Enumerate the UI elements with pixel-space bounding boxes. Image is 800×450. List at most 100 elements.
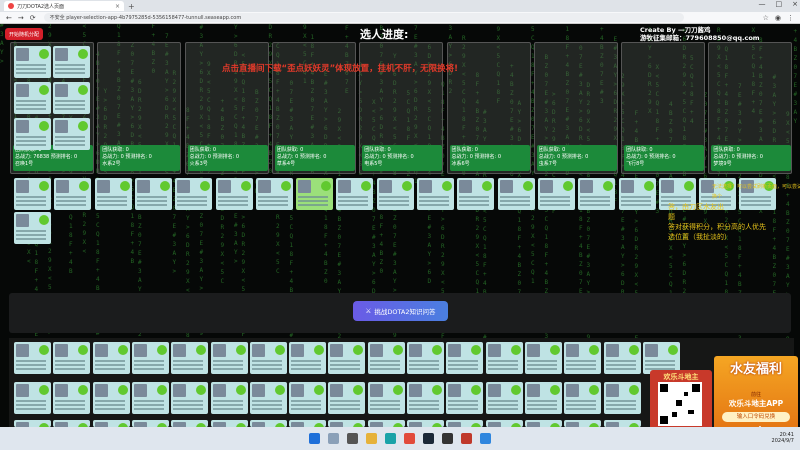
- player-card[interactable]: [210, 420, 248, 427]
- maximize-button[interactable]: □: [776, 0, 783, 8]
- player-card[interactable]: [603, 382, 641, 414]
- system-clock[interactable]: 20:41 2024/9/7: [772, 432, 794, 444]
- player-card[interactable]: [14, 420, 51, 427]
- player-card[interactable]: [485, 420, 523, 427]
- promo-code-button[interactable]: 输入口令码兑换: [722, 412, 790, 422]
- player-card[interactable]: [564, 382, 602, 414]
- player-card[interactable]: [289, 420, 327, 427]
- team-column[interactable]: 团队获取: 0 总战力: 0 预测排名: 0 水系2号: [97, 42, 182, 174]
- player-card[interactable]: [210, 342, 248, 374]
- player-card[interactable]: [249, 342, 287, 374]
- explorer-icon[interactable]: [366, 433, 377, 444]
- chrome-icon[interactable]: [404, 433, 415, 444]
- team-column[interactable]: 团队获取: 0 总战力: 0 预测排名: 0 飞行8号: [621, 42, 706, 174]
- player-card[interactable]: [249, 382, 287, 414]
- obs-icon[interactable]: [442, 433, 453, 444]
- back-button[interactable]: ←: [6, 14, 12, 22]
- team-column[interactable]: 团队获取: 0 总战力: 0 预测排名: 0 梦境9号: [708, 42, 793, 174]
- tab-close-icon[interactable]: ×: [115, 3, 120, 10]
- star-icon[interactable]: ☆: [763, 14, 769, 22]
- player-card[interactable]: [296, 178, 334, 210]
- player-card[interactable]: [131, 342, 169, 374]
- minimize-button[interactable]: —: [759, 0, 766, 8]
- player-card[interactable]: [94, 178, 132, 210]
- player-card[interactable]: [618, 178, 656, 210]
- player-card[interactable]: [289, 382, 327, 414]
- player-card[interactable]: [210, 382, 248, 414]
- player-card[interactable]: [578, 178, 616, 210]
- player-card[interactable]: [524, 420, 562, 427]
- player-card[interactable]: [249, 420, 287, 427]
- player-card[interactable]: [367, 382, 405, 414]
- player-card[interactable]: [92, 382, 130, 414]
- forward-button[interactable]: →: [18, 14, 24, 22]
- player-card[interactable]: [53, 46, 90, 78]
- edge-icon[interactable]: [385, 433, 396, 444]
- player-card[interactable]: [175, 178, 213, 210]
- player-card[interactable]: [328, 342, 366, 374]
- player-card[interactable]: [446, 342, 484, 374]
- player-card[interactable]: [54, 178, 92, 210]
- player-card[interactable]: [131, 382, 169, 414]
- player-card[interactable]: [92, 342, 130, 374]
- player-card[interactable]: [485, 342, 523, 374]
- player-card[interactable]: [14, 82, 51, 114]
- player-card[interactable]: [171, 420, 209, 427]
- player-card[interactable]: [367, 420, 405, 427]
- player-card[interactable]: [171, 382, 209, 414]
- player-card[interactable]: [14, 46, 51, 78]
- player-card[interactable]: [497, 178, 535, 210]
- player-card[interactable]: [53, 342, 91, 374]
- team-column[interactable]: 团队获取: 0 总战力: 0 预测排名: 0 虫系7号: [533, 42, 618, 174]
- profile-icon[interactable]: ◉: [775, 14, 781, 22]
- player-card[interactable]: [289, 342, 327, 374]
- player-card[interactable]: [407, 420, 444, 427]
- player-card[interactable]: [446, 420, 484, 427]
- random-assign-button[interactable]: 开始随机分配: [5, 28, 43, 40]
- new-tab-button[interactable]: +: [128, 2, 135, 11]
- player-card[interactable]: [134, 178, 172, 210]
- player-card[interactable]: [14, 342, 51, 374]
- player-card[interactable]: [603, 342, 641, 374]
- player-card[interactable]: [92, 420, 130, 427]
- player-card[interactable]: [367, 342, 405, 374]
- player-card[interactable]: [14, 178, 51, 210]
- challenge-quiz-button[interactable]: ⚔ 挑战DOTA2知识问答: [353, 301, 448, 321]
- player-card[interactable]: [255, 178, 293, 210]
- app-icon[interactable]: [461, 433, 472, 444]
- close-window-button[interactable]: ×: [792, 0, 798, 8]
- team-column[interactable]: 团队获取: 0 总战力: 0 预测排名: 0 冰系6号: [446, 42, 531, 174]
- player-card[interactable]: [171, 342, 209, 374]
- player-card[interactable]: [446, 382, 484, 414]
- player-card[interactable]: [14, 382, 51, 414]
- player-card[interactable]: [564, 342, 602, 374]
- url-field[interactable]: 不安全 player-selection-app-4b7975285d-5356…: [43, 13, 684, 22]
- player-card[interactable]: [417, 178, 454, 210]
- windows-start-icon[interactable]: [309, 433, 320, 444]
- player-card[interactable]: [131, 420, 169, 427]
- player-card[interactable]: [524, 382, 562, 414]
- player-card[interactable]: [53, 118, 90, 150]
- player-card[interactable]: [457, 178, 495, 210]
- reload-button[interactable]: ⟳: [30, 14, 36, 22]
- player-card[interactable]: [53, 82, 90, 114]
- player-card[interactable]: [53, 420, 91, 427]
- search-icon[interactable]: [328, 433, 339, 444]
- browser-tab[interactable]: 刀刀DOTA2选人页面 ×: [4, 1, 124, 11]
- player-card[interactable]: [53, 382, 91, 414]
- player-card[interactable]: [524, 342, 562, 374]
- player-card[interactable]: [328, 382, 366, 414]
- player-card[interactable]: [407, 342, 444, 374]
- player-card[interactable]: [603, 420, 641, 427]
- player-card[interactable]: [328, 420, 366, 427]
- player-card[interactable]: [215, 178, 253, 210]
- app-icon[interactable]: [480, 433, 491, 444]
- player-card[interactable]: [564, 420, 602, 427]
- menu-icon[interactable]: ⋮: [787, 14, 794, 22]
- player-card[interactable]: [376, 178, 414, 210]
- player-card[interactable]: [537, 178, 575, 210]
- player-card[interactable]: [14, 118, 51, 150]
- taskview-icon[interactable]: [347, 433, 358, 444]
- steam-icon[interactable]: [423, 433, 434, 444]
- player-card[interactable]: [14, 212, 51, 244]
